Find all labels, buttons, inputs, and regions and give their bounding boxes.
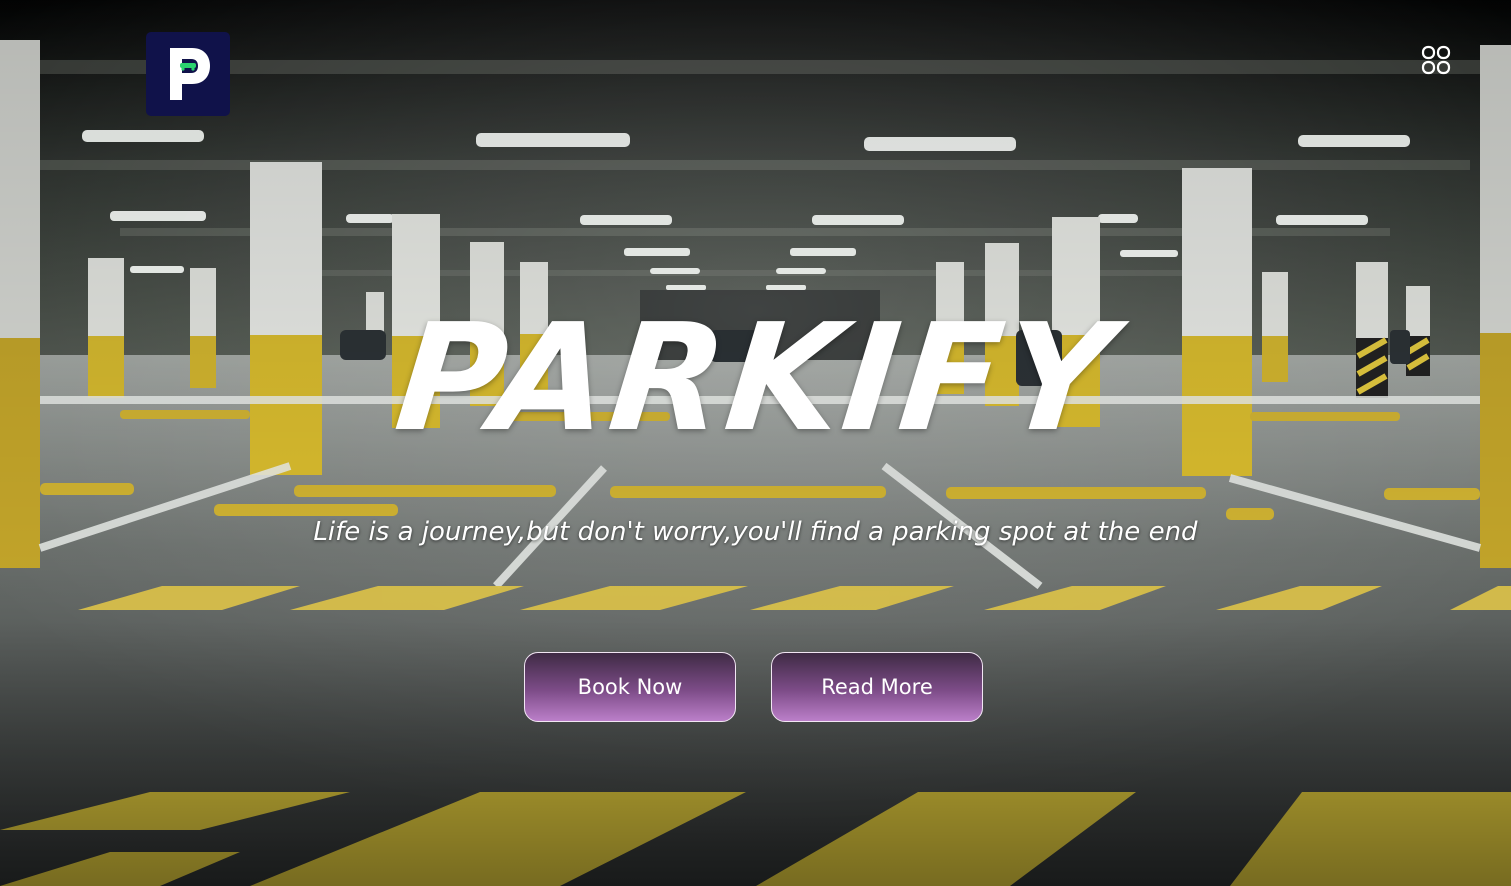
parking-p-logo [170,48,210,100]
parkify-logo[interactable] [146,32,230,116]
hero-section: PARKIFY Life is a journey,but don't worr… [0,0,1511,886]
hero-tagline: Life is a journey,but don't worry,you'll… [313,517,1198,547]
hero-title: PARKIFY [388,292,1123,464]
book-now-button[interactable]: Book Now [524,652,736,722]
menu-button[interactable] [1400,34,1472,86]
grid-menu-icon [1421,45,1451,75]
read-more-button[interactable]: Read More [771,652,983,722]
